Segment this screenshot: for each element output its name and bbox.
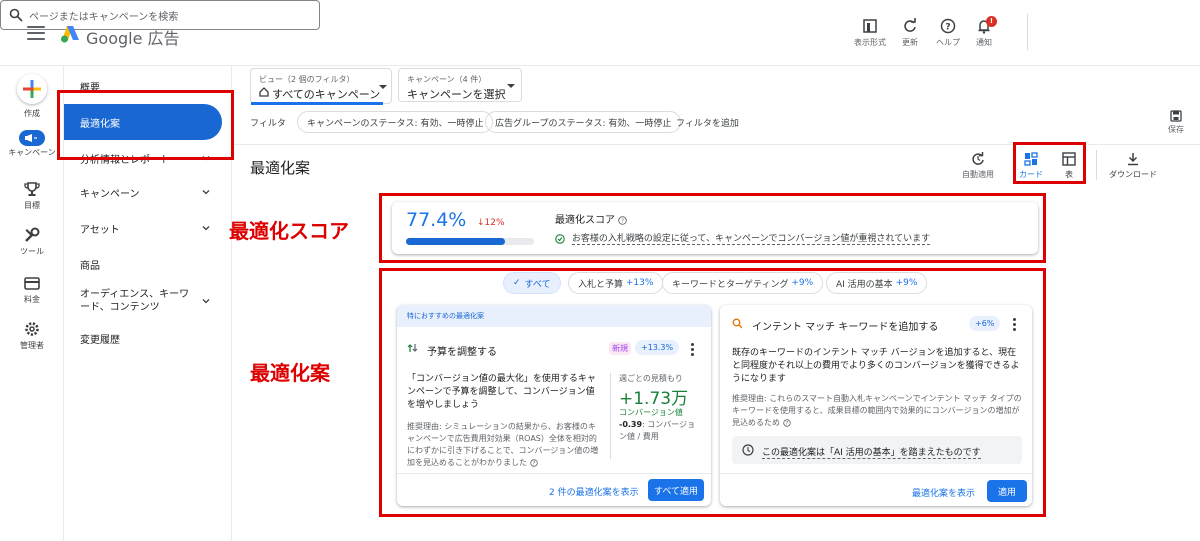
trophy-icon	[24, 182, 40, 196]
page-title: 最適化案	[250, 159, 311, 177]
save-label: 保存	[1168, 125, 1184, 134]
svg-text:?: ?	[945, 23, 950, 33]
nav-label: アセット	[80, 224, 120, 236]
wrench-icon	[25, 227, 40, 242]
nav-item-assets[interactable]: アセット	[64, 218, 232, 238]
rail-label: 管理者	[20, 341, 44, 350]
rail-label: キャンペーン	[8, 148, 56, 157]
help-icon: ?	[940, 18, 956, 34]
filter-chip-adgroup-status[interactable]: 広告グループのステータス: 有効、一時停止	[485, 111, 682, 133]
rail-billing[interactable]: 料金	[0, 274, 64, 305]
gear-icon	[25, 322, 39, 336]
rail-label: 目標	[24, 201, 40, 210]
notifications-button[interactable]: ! 通知	[964, 16, 1004, 48]
download-icon	[1128, 153, 1138, 166]
display-format-button[interactable]: 表示形式	[850, 18, 890, 48]
google-ads-logo-icon	[61, 26, 79, 43]
nav-label: 商品	[80, 260, 100, 272]
rail-admin[interactable]: 管理者	[0, 320, 64, 351]
megaphone-icon	[19, 130, 45, 146]
tool-label: 更新	[902, 38, 918, 47]
rail-label: 料金	[24, 295, 40, 304]
chevron-down-icon	[202, 226, 210, 231]
chevron-down-icon	[202, 299, 210, 304]
rail-label: 作成	[24, 109, 40, 118]
plus-icon	[17, 74, 47, 104]
view-selector-value: すべてのキャンペーン	[272, 88, 381, 101]
campaign-selector[interactable]: キャンペーン（4 件） キャンペーンを選択	[398, 68, 522, 102]
rail-tools[interactable]: ツール	[0, 226, 64, 257]
nav-label: オーディエンス、キーワード、コンテンツ	[80, 289, 190, 313]
nav-item-campaigns[interactable]: キャンペーン	[64, 182, 232, 202]
view-selector-underline	[251, 102, 383, 105]
filter-chip-campaign-status[interactable]: キャンペーンのステータス: 有効、一時停止	[297, 111, 494, 133]
add-filter-link[interactable]: フィルタを追加	[676, 116, 739, 129]
nav-item-audiences-keywords[interactable]: オーディエンス、キーワード、コンテンツ	[64, 286, 232, 316]
help-button[interactable]: ? ヘルプ	[928, 18, 968, 48]
campaign-selector-caption: キャンペーン（4 件）	[407, 75, 487, 84]
tool-label: 通知	[976, 38, 992, 47]
annotation-box-view-toggle	[1013, 142, 1086, 184]
tool-label: 表示形式	[854, 38, 886, 47]
campaign-selector-value: キャンペーンを選択	[407, 88, 506, 101]
auto-apply-button[interactable]: 自動適用	[958, 152, 998, 180]
notification-badge: !	[986, 16, 997, 27]
rail-label: ツール	[20, 247, 44, 256]
search-placeholder: ページまたはキャンペーンを検索	[29, 11, 179, 23]
view-selector[interactable]: ビュー（2 個のフィルタ） すべてのキャンペーン	[250, 68, 392, 105]
rail-create[interactable]: 作成	[0, 74, 64, 119]
home-icon	[259, 87, 269, 97]
refresh-button[interactable]: 更新	[890, 18, 930, 48]
display-format-icon	[863, 19, 877, 33]
annotation-box-recommendations	[379, 268, 1046, 517]
chevron-down-icon	[202, 190, 210, 195]
chip-label: 広告グループのステータス: 有効、一時停止	[495, 118, 672, 129]
filter-label: フィルタ	[250, 119, 286, 129]
annotation-label-recommendations: 最適化案	[250, 361, 330, 385]
view-selector-caption: ビュー（2 個のフィルタ）	[259, 75, 355, 84]
caret-down-icon	[507, 84, 515, 88]
save-icon	[1170, 110, 1182, 122]
download-label: ダウンロード	[1109, 170, 1157, 179]
toolbar-divider	[1096, 150, 1097, 180]
header-divider	[1027, 14, 1028, 50]
auto-apply-icon	[972, 152, 984, 165]
nav-label: 変更履歴	[80, 334, 120, 346]
credit-card-icon	[24, 277, 40, 290]
nav-item-products[interactable]: 商品	[64, 254, 232, 274]
annotation-box-nav	[57, 90, 234, 160]
nav-label: キャンペーン	[80, 188, 140, 200]
annotation-label-score: 最適化スコア	[229, 219, 349, 243]
search-icon	[9, 8, 23, 22]
caret-down-icon	[379, 85, 387, 89]
brand-name: Google 広告	[86, 29, 180, 48]
nav-item-change-history[interactable]: 変更履歴	[64, 328, 232, 348]
left-rail: 作成 キャンペーン 目標 ツール 料金 管理者	[0, 66, 64, 541]
refresh-icon	[904, 18, 916, 32]
download-button[interactable]: ダウンロード	[1104, 152, 1162, 180]
rail-campaigns[interactable]: キャンペーン	[0, 130, 64, 157]
chip-label: キャンペーンのステータス: 有効、一時停止	[307, 118, 484, 129]
save-button[interactable]: 保存	[1160, 110, 1192, 135]
annotation-box-score	[379, 193, 1046, 263]
menu-icon[interactable]	[27, 26, 45, 40]
top-bar: Google 広告 ページまたはキャンペーンを検索 表示形式 更新 ? ヘルプ …	[0, 0, 1200, 66]
auto-apply-label: 自動適用	[962, 170, 994, 179]
tool-label: ヘルプ	[936, 38, 960, 47]
rail-goals[interactable]: 目標	[0, 180, 64, 211]
